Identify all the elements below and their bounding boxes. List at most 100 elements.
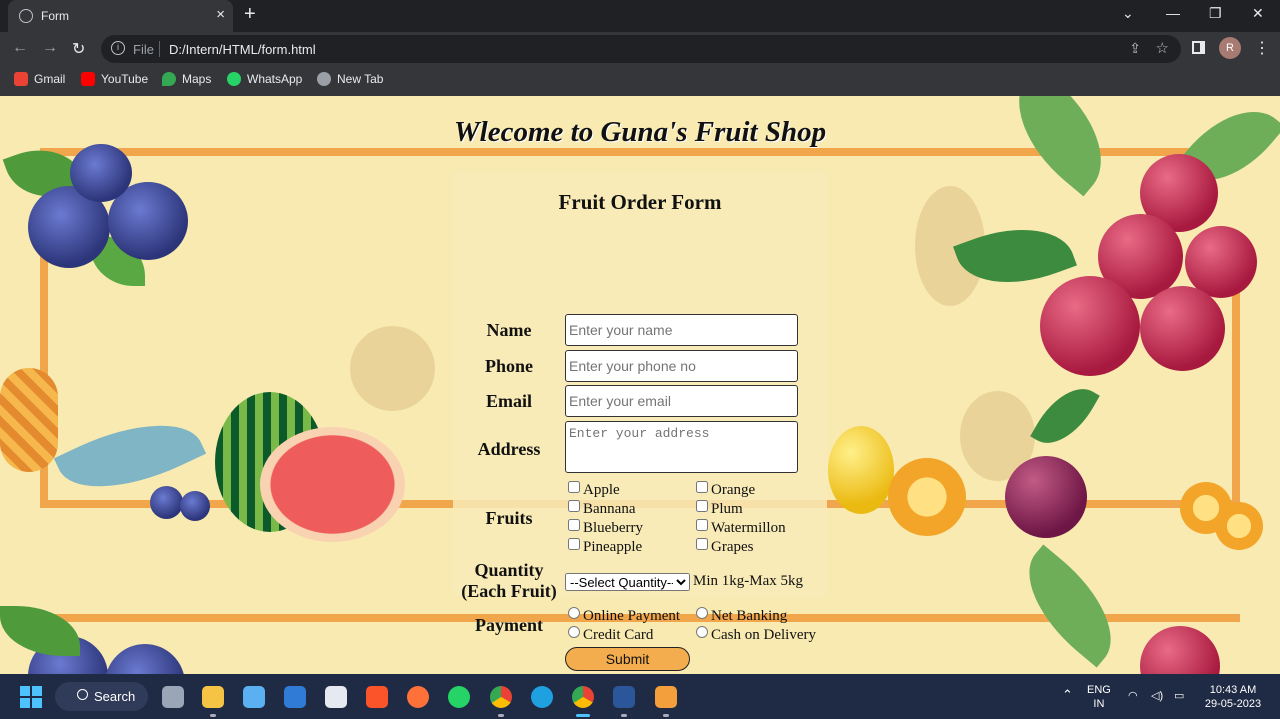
close-window-icon[interactable]: ✕ xyxy=(1252,5,1264,22)
youtube-icon xyxy=(81,72,95,86)
leaf-illustration xyxy=(1030,375,1100,457)
language-indicator[interactable]: ENG IN xyxy=(1087,683,1111,711)
phone-label: Phone xyxy=(484,356,533,376)
form-title: Fruit Order Form xyxy=(558,190,722,214)
separator xyxy=(159,41,160,57)
active-indicator xyxy=(576,714,590,717)
side-panel-icon[interactable] xyxy=(1192,41,1205,54)
payment-option-credit-card[interactable]: Credit Card xyxy=(568,626,653,644)
grapes-checkbox[interactable] xyxy=(696,538,708,550)
apple-checkbox[interactable] xyxy=(568,481,580,493)
blueberry-illustration xyxy=(70,144,132,202)
guava-illustration xyxy=(1140,626,1220,674)
file-explorer-icon[interactable] xyxy=(202,686,224,708)
orange-slice-illustration xyxy=(888,458,966,536)
fruit-option-apple[interactable]: Apple xyxy=(568,481,620,499)
fruit-option-pineapple[interactable]: Pineapple xyxy=(568,538,642,556)
mail-icon[interactable] xyxy=(284,686,306,708)
pineapple-illustration xyxy=(0,368,58,472)
fruit-option-plum[interactable]: Plum xyxy=(696,500,743,518)
submit-button[interactable]: Submit xyxy=(565,647,690,671)
blueberry-illustration xyxy=(180,491,210,521)
blueberry-illustration xyxy=(105,644,185,674)
bookmark-maps[interactable]: Maps xyxy=(162,72,211,86)
chrome-icon[interactable] xyxy=(490,686,512,708)
info-icon[interactable]: i xyxy=(111,41,125,55)
payment-option-net-banking[interactable]: Net Banking xyxy=(696,607,787,625)
address-textarea[interactable] xyxy=(565,421,798,473)
back-icon[interactable]: ← xyxy=(12,39,28,57)
clock[interactable]: 10:43 AM 29-05-2023 xyxy=(1200,683,1266,711)
windows-start-icon[interactable] xyxy=(20,686,42,708)
snipping-tool-icon[interactable] xyxy=(325,686,347,708)
chrome-profile-icon[interactable] xyxy=(572,686,594,708)
close-tab-icon[interactable]: × xyxy=(216,6,225,23)
email-input[interactable] xyxy=(565,385,798,417)
forward-icon[interactable]: → xyxy=(42,39,58,57)
plum-checkbox[interactable] xyxy=(696,500,708,512)
bookmark-whatsapp[interactable]: WhatsApp xyxy=(227,72,302,86)
bookmark-star-icon[interactable]: ☆ xyxy=(1156,39,1169,57)
fruit-option-grapes[interactable]: Grapes xyxy=(696,538,753,556)
battery-icon[interactable]: ▭ xyxy=(1174,689,1184,703)
wifi-icon[interactable]: ◠ xyxy=(1128,689,1138,703)
fruit-option-watermillon[interactable]: Watermillon xyxy=(696,519,786,537)
whatsapp-icon xyxy=(227,72,241,86)
net-banking-radio[interactable] xyxy=(696,607,708,619)
volume-icon[interactable]: ◁) xyxy=(1151,689,1163,703)
fruit-option-blueberry[interactable]: Blueberry xyxy=(568,519,643,537)
chevron-up-icon[interactable]: ⌃ xyxy=(1062,688,1073,702)
url-text[interactable]: D:/Intern/HTML/form.html xyxy=(169,42,316,57)
quantity-select[interactable]: --Select Quantity-- xyxy=(565,573,690,591)
word-icon[interactable] xyxy=(613,686,635,708)
whatsapp-icon[interactable] xyxy=(448,686,470,708)
new-tab-button[interactable]: + xyxy=(244,3,256,26)
online-payment-radio[interactable] xyxy=(568,607,580,619)
address-bar[interactable]: i File D:/Intern/HTML/form.html ⇪ ☆ xyxy=(101,35,1181,63)
taskbar: Search ⌃ ENG IN ◠ ◁) ▭ 10:43 AM 29-05-2023 xyxy=(0,674,1280,719)
name-input[interactable] xyxy=(565,314,798,346)
bookmark-new-tab[interactable]: New Tab xyxy=(317,72,383,86)
gmail-icon xyxy=(14,72,28,86)
reload-icon[interactable]: ↻ xyxy=(72,39,85,59)
payment-option-online[interactable]: Online Payment xyxy=(568,607,680,625)
cash-on-delivery-radio[interactable] xyxy=(696,626,708,638)
credit-card-radio[interactable] xyxy=(568,626,580,638)
bookmark-gmail[interactable]: Gmail xyxy=(14,72,65,86)
fruit-option-orange[interactable]: Orange xyxy=(696,481,755,499)
fruits-label: Fruits xyxy=(485,508,533,528)
task-view-icon[interactable] xyxy=(162,686,184,708)
share-icon[interactable]: ⇪ xyxy=(1129,40,1141,57)
toolbar: ← → ↻ i File D:/Intern/HTML/form.html ⇪ … xyxy=(0,32,1280,66)
file-label: File xyxy=(133,42,154,57)
fruit-option-bannana[interactable]: Bannana xyxy=(568,500,635,518)
microsoft-store-icon[interactable] xyxy=(243,686,265,708)
edge-icon[interactable] xyxy=(531,686,553,708)
menu-icon[interactable]: ⋮ xyxy=(1254,38,1270,58)
minimize-icon[interactable]: — xyxy=(1166,5,1180,21)
pineapple-checkbox[interactable] xyxy=(568,538,580,550)
phone-input[interactable] xyxy=(565,350,798,382)
sublime-text-icon[interactable] xyxy=(655,686,677,708)
taskbar-search[interactable]: Search xyxy=(55,682,148,711)
running-indicator xyxy=(210,714,216,717)
blueberry-checkbox[interactable] xyxy=(568,519,580,531)
profile-avatar[interactable]: R xyxy=(1219,37,1241,59)
search-label: Search xyxy=(94,689,136,704)
watermillon-checkbox[interactable] xyxy=(696,519,708,531)
tab-form[interactable]: Form × xyxy=(8,0,233,32)
running-indicator xyxy=(663,714,669,717)
orange-checkbox[interactable] xyxy=(696,481,708,493)
plum-illustration xyxy=(1005,456,1087,538)
bookmark-youtube[interactable]: YouTube xyxy=(81,72,148,86)
leaf-illustration xyxy=(1004,544,1136,668)
payment-option-cod[interactable]: Cash on Delivery xyxy=(696,626,816,644)
chevron-down-icon[interactable]: ⌄ xyxy=(1122,5,1134,22)
tab-bar: Form × + ⌄ — ❐ ✕ xyxy=(0,0,1280,32)
brave-icon[interactable] xyxy=(366,686,388,708)
restore-icon[interactable]: ❐ xyxy=(1209,5,1222,22)
orange-slice-illustration xyxy=(1215,502,1263,550)
tab-title: Form xyxy=(41,9,69,23)
firefox-icon[interactable] xyxy=(407,686,429,708)
bannana-checkbox[interactable] xyxy=(568,500,580,512)
